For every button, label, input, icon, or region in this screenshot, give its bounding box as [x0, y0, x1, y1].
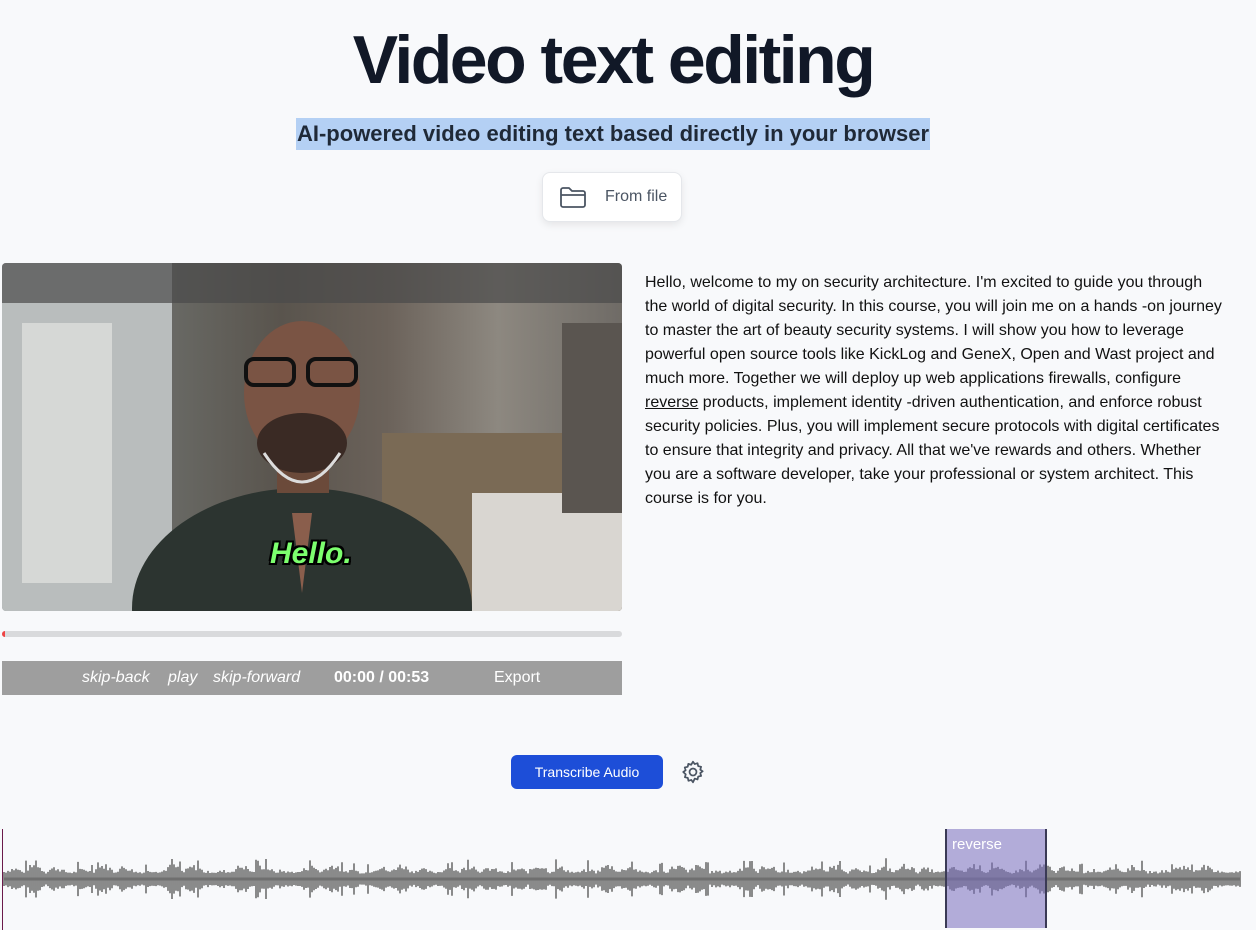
skip-back-button[interactable]: skip-back [82, 669, 150, 687]
playhead-cursor[interactable] [2, 829, 3, 930]
from-file-button[interactable]: From file [542, 172, 682, 222]
time-display: 00:00 / 00:53 [334, 669, 430, 686]
transcript-selected-word[interactable]: reverse [645, 394, 698, 411]
video-progress-bar[interactable] [2, 631, 622, 637]
gear-icon[interactable] [680, 759, 706, 785]
transcript-text[interactable]: Hello, welcome to my on security archite… [645, 271, 1225, 511]
page-subtitle: AI-powered video editing text based dire… [295, 118, 931, 150]
export-button[interactable]: Export [494, 669, 540, 687]
folder-icon [559, 184, 589, 210]
audio-waveform[interactable] [0, 828, 1256, 930]
page-title: Video text editing [352, 22, 876, 98]
from-file-label: From file [605, 188, 668, 205]
waveform-region[interactable]: reverse [945, 829, 1047, 928]
transcript-segment: Hello, welcome to my on security archite… [645, 274, 1222, 387]
transcript-segment: products, implement identity -driven aut… [645, 394, 1220, 507]
video-caption: Hello. [270, 537, 352, 570]
waveform-region-label: reverse [952, 836, 1003, 853]
transcribe-audio-button[interactable]: Transcribe Audio [511, 755, 663, 789]
play-button[interactable]: play [168, 669, 197, 687]
skip-forward-button[interactable]: skip-forward [213, 669, 300, 687]
video-progress-fill [2, 631, 6, 637]
video-player[interactable]: Hello. [2, 263, 622, 611]
player-controls: skip-back play skip-forward 00:00 / 00:5… [2, 661, 622, 695]
